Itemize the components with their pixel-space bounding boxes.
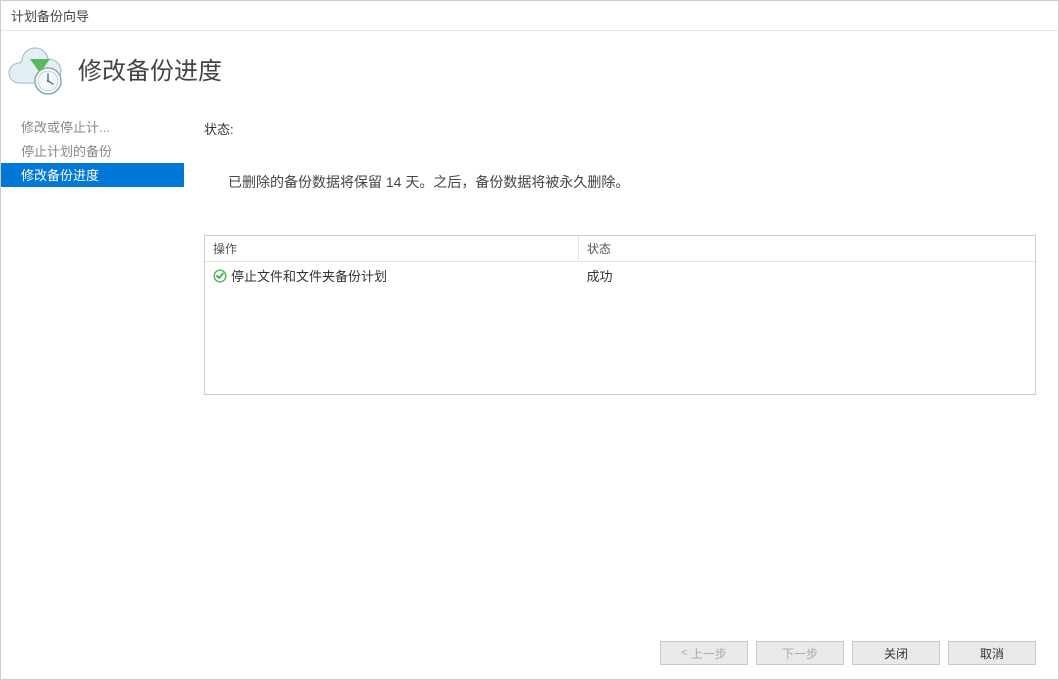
operations-table-container: 操作 状态 <box>204 235 1036 395</box>
retention-info-text: 已删除的备份数据将保留 14 天。之后，备份数据将被永久删除。 <box>228 170 688 195</box>
content-pane: 状态: 已删除的备份数据将保留 14 天。之后，备份数据将被永久删除。 操作 状… <box>184 113 1058 629</box>
window-titlebar: 计划备份向导 <box>1 1 1058 31</box>
column-header-status[interactable]: 状态 <box>579 236 1036 262</box>
cancel-button[interactable]: 取消 <box>948 641 1036 665</box>
sidebar-item-modify-progress[interactable]: 修改备份进度 <box>1 163 184 187</box>
column-header-operation[interactable]: 操作 <box>205 236 579 262</box>
page-title: 修改备份进度 <box>78 51 222 86</box>
success-check-icon <box>213 269 227 283</box>
status-cell: 成功 <box>579 262 1036 290</box>
chevron-left-icon: < <box>681 647 687 659</box>
window-title: 计划备份向导 <box>11 9 89 24</box>
table-row: 停止文件和文件夹备份计划 成功 <box>205 262 1035 290</box>
wizard-header: 修改备份进度 <box>1 31 1058 113</box>
previous-button[interactable]: < 上一步 <box>660 641 748 665</box>
sidebar-item-modify-stop[interactable]: 修改或停止计... <box>1 115 184 139</box>
main-area: 修改或停止计... 停止计划的备份 修改备份进度 状态: 已删除的备份数据将保留… <box>1 113 1058 629</box>
status-label: 状态: <box>204 119 1036 138</box>
operations-table: 操作 状态 <box>205 236 1035 289</box>
backup-cloud-clock-icon <box>4 41 66 95</box>
close-button[interactable]: 关闭 <box>852 641 940 665</box>
wizard-footer: < 上一步 下一步 关闭 取消 <box>1 629 1058 679</box>
sidebar-item-stop-scheduled[interactable]: 停止计划的备份 <box>1 139 184 163</box>
wizard-steps-sidebar: 修改或停止计... 停止计划的备份 修改备份进度 <box>1 113 184 629</box>
operation-cell: 停止文件和文件夹备份计划 <box>231 266 387 285</box>
next-button[interactable]: 下一步 <box>756 641 844 665</box>
